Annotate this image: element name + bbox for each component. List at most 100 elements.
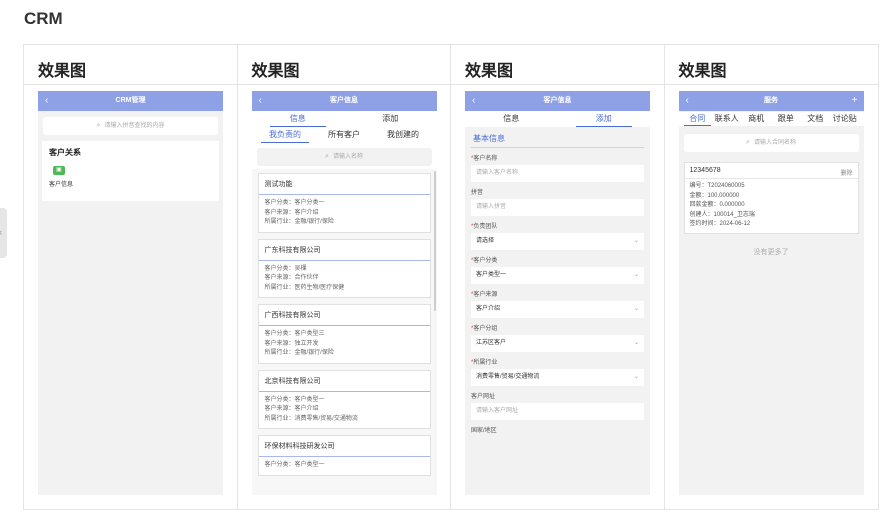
customer-name-field[interactable]: 请输入客户名称 bbox=[471, 165, 644, 182]
category-select[interactable]: 客户类型一 ⌄ bbox=[471, 267, 644, 284]
phone-mockup: ‹ 客户信息 信息 添加 基本信息 *客户名称 请输入客户名称 拼音 请输入拼音… bbox=[465, 91, 650, 495]
contract-creator: 创建人：100014_卫志瑞 bbox=[689, 211, 755, 218]
panel-crm-home: 效果图 ‹ CRM管理 ⌕ 请输入拼音查找的内容 客户关系 ▣ 客户信息 bbox=[24, 45, 238, 509]
chevron-down-icon: ⌄ bbox=[633, 374, 639, 380]
customer-industry: 所属行业：消费零售/贸易/交通物流 bbox=[264, 415, 358, 422]
scrollbar[interactable] bbox=[433, 171, 436, 311]
panel-heading: 效果图 bbox=[664, 45, 878, 85]
search-input[interactable]: ⌕ 请输入名称 bbox=[256, 148, 432, 166]
phone-mockup: ‹ CRM管理 ⌕ 请输入拼音查找的内容 客户关系 ▣ 客户信息 bbox=[38, 91, 223, 495]
menu-item-customer-info[interactable]: 客户信息 bbox=[49, 179, 212, 188]
customer-source: 客户来源：独立开发 bbox=[264, 340, 319, 347]
team-select[interactable]: 请选择 ⌄ bbox=[471, 233, 644, 250]
tab-info[interactable]: 信息 bbox=[252, 111, 345, 127]
field-label: 拼音 bbox=[471, 190, 484, 196]
panel-add-customer: 效果图 ‹ 客户信息 信息 添加 基本信息 *客户名称 请输入客户名称 拼音 请… bbox=[451, 45, 665, 509]
search-bar: ⌕ 请输入名称 bbox=[251, 143, 437, 169]
contract-amount: 金额：100.000000 bbox=[689, 192, 740, 199]
customer-card[interactable]: 北京科技有限公司 客户分类：客户类型一 客户来源：客户介绍 所属行业：消费零售/… bbox=[257, 369, 431, 429]
subtab-created[interactable]: 我创建的 bbox=[374, 127, 433, 143]
customer-name: 广东科技有限公司 bbox=[258, 240, 430, 261]
tab-add[interactable]: 添加 bbox=[344, 111, 437, 127]
contract-card[interactable]: 12345678 删除 编号：T2024060005 金额：100.000000… bbox=[683, 162, 859, 234]
industry-select[interactable]: 消费零售/贸易/交通物流 ⌄ bbox=[471, 369, 644, 386]
tab-info[interactable]: 信息 bbox=[465, 111, 558, 127]
search-placeholder: 请输入名称 bbox=[332, 154, 363, 160]
customer-card[interactable]: 测试功能 客户分类：客户分类一 客户来源：客户介绍 所属行业：金融/银行/保险 bbox=[257, 173, 431, 233]
phone-mockup: ‹ 服务 + 合同 联系人 商机 跟单 文档 讨论贴 ⌕ 请输入合同名称 1234… bbox=[678, 91, 864, 495]
back-icon[interactable]: ‹ bbox=[686, 91, 689, 111]
search-placeholder: 请输入拼音查找的内容 bbox=[104, 123, 165, 129]
panel-heading: 效果图 bbox=[24, 45, 237, 85]
customer-list: 测试功能 客户分类：客户分类一 客户来源：客户介绍 所属行业：金融/银行/保险 … bbox=[251, 169, 437, 495]
field-label: *负责团队 bbox=[471, 224, 498, 230]
nav-bar: ‹ 服务 + bbox=[678, 91, 864, 111]
phone-mockup: ‹ 客户信息 信息 添加 我负责的 所有客户 我创建的 ⌕请输入名称 测试功能 bbox=[251, 91, 437, 495]
customer-source: 客户来源：客户介绍 bbox=[264, 209, 319, 216]
contract-code: 编号：T2024060005 bbox=[689, 183, 745, 189]
search-placeholder: 请输入合同名称 bbox=[753, 140, 796, 146]
source-select[interactable]: 客户介绍 ⌄ bbox=[471, 301, 644, 318]
field-label: 客户网址 bbox=[471, 394, 496, 400]
nav-title: 客户信息 bbox=[543, 97, 572, 104]
back-icon[interactable]: ‹ bbox=[472, 91, 475, 111]
panel-heading: 效果图 bbox=[237, 45, 450, 85]
tab-bar: 信息 添加 bbox=[465, 111, 650, 127]
subtab-mine[interactable]: 我负责的 bbox=[256, 127, 315, 143]
contacts-icon[interactable]: ▣ bbox=[53, 166, 65, 175]
tab-followup[interactable]: 跟单 bbox=[771, 112, 801, 126]
back-icon[interactable]: ‹ bbox=[259, 91, 262, 111]
search-icon: ⌕ bbox=[746, 139, 750, 146]
section-title: 基本信息 bbox=[471, 127, 644, 148]
section-title: 客户关系 bbox=[49, 148, 81, 157]
field-label: *客户分组 bbox=[471, 326, 498, 332]
search-icon: ⌕ bbox=[96, 122, 101, 129]
customer-industry: 所属行业：金融/银行/保险 bbox=[264, 350, 334, 356]
preview-panels: 效果图 ‹ CRM管理 ⌕ 请输入拼音查找的内容 客户关系 ▣ 客户信息 效果图 … bbox=[23, 44, 879, 510]
customer-name: 测试功能 bbox=[258, 174, 430, 195]
website-field[interactable]: 请输入客户网址 bbox=[471, 403, 644, 420]
customer-source: 客户来源：合作伙伴 bbox=[264, 275, 319, 281]
nav-bar: ‹ CRM管理 bbox=[38, 91, 223, 111]
panel-service: 效果图 ‹ 服务 + 合同 联系人 商机 跟单 文档 讨论贴 ⌕请输入合同名称 bbox=[664, 45, 878, 509]
customer-card[interactable]: 广西科技有限公司 客户分类：客户类型三 客户来源：独立开发 所属行业：金融/银行… bbox=[257, 304, 431, 364]
customer-card[interactable]: 广东科技有限公司 客户分类：吴棵 客户来源：合作伙伴 所属行业：医药生物/医疗保… bbox=[257, 238, 431, 298]
search-input[interactable]: ⌕ 请输入合同名称 bbox=[683, 134, 859, 152]
tab-opportunity[interactable]: 商机 bbox=[742, 112, 772, 126]
field-label: *客户来源 bbox=[471, 292, 498, 298]
customer-form: 基本信息 *客户名称 请输入客户名称 拼音 请输入拼音 *负责团队 请选择 ⌄ *… bbox=[465, 127, 650, 435]
group-select[interactable]: 江苏区客户 ⌄ bbox=[471, 335, 644, 352]
field-label: *客户名称 bbox=[471, 156, 498, 162]
nav-title: CRM管理 bbox=[115, 97, 146, 104]
delete-button[interactable]: 删除 bbox=[840, 168, 852, 177]
tab-bar: 合同 联系人 商机 跟单 文档 讨论贴 bbox=[678, 112, 864, 126]
search-input[interactable]: ⌕ 请输入拼音查找的内容 bbox=[43, 117, 218, 135]
customer-name: 北京科技有限公司 bbox=[258, 371, 430, 392]
customer-category: 客户分类：吴棵 bbox=[264, 265, 307, 272]
nav-title: 服务 bbox=[764, 97, 778, 104]
back-icon[interactable]: ‹ bbox=[45, 91, 48, 111]
contract-payment: 回款金额：0.000000 bbox=[689, 202, 745, 208]
tab-contacts[interactable]: 联系人 bbox=[712, 112, 742, 126]
customer-source: 客户来源：客户介绍 bbox=[264, 406, 319, 412]
nav-bar: ‹ 客户信息 bbox=[465, 91, 650, 111]
customer-name: 广西科技有限公司 bbox=[258, 305, 430, 326]
chevron-down-icon: ⌄ bbox=[633, 306, 639, 312]
field-label: 国家/地区 bbox=[471, 428, 497, 434]
nav-title: 客户信息 bbox=[330, 97, 358, 104]
section-card: 客户关系 ▣ 客户信息 bbox=[42, 141, 219, 201]
tab-documents[interactable]: 文档 bbox=[801, 112, 831, 126]
customer-card[interactable]: 环保材料科技研发公司 客户分类：客户类型一 bbox=[257, 435, 431, 476]
tab-discussion[interactable]: 讨论贴 bbox=[830, 112, 860, 126]
field-label: *客户分类 bbox=[471, 258, 498, 264]
add-icon[interactable]: + bbox=[852, 91, 858, 111]
tab-contract[interactable]: 合同 bbox=[683, 112, 713, 126]
customer-category: 客户分类：客户类型一 bbox=[264, 396, 325, 403]
search-icon: ⌕ bbox=[325, 153, 329, 160]
tab-add[interactable]: 添加 bbox=[558, 111, 651, 127]
contract-number: 12345678 bbox=[689, 167, 721, 174]
page-title: CRM bbox=[24, 9, 63, 28]
side-collapse-tab[interactable]: ‹ bbox=[0, 208, 7, 258]
subtab-all[interactable]: 所有客户 bbox=[315, 127, 374, 143]
pinyin-field[interactable]: 请输入拼音 bbox=[471, 199, 644, 216]
